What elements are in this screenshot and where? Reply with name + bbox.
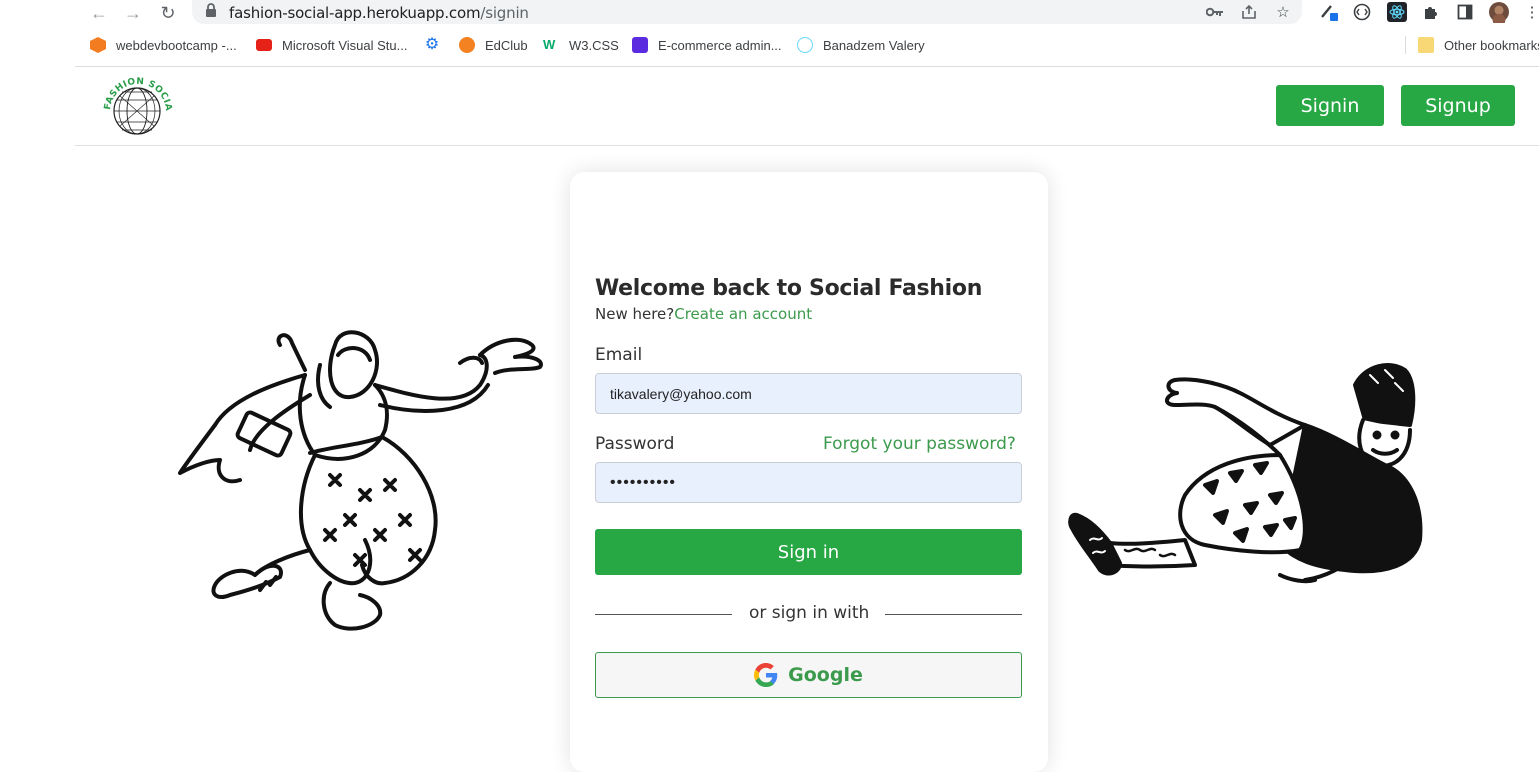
bookmark-webdevbootcamp[interactable]: webdevbootcamp -... <box>90 33 237 57</box>
new-here-text: New here?Create an account <box>595 305 812 323</box>
page-title: Welcome back to Social Fashion <box>595 276 983 301</box>
signin-submit-button[interactable]: Sign in <box>595 529 1022 575</box>
bookmark-ecommerce[interactable]: E-commerce admin... <box>632 33 782 57</box>
header-signup-button[interactable]: Signup <box>1401 85 1515 126</box>
divider-line-left <box>595 614 732 615</box>
url-host: fashion-social-app.herokuapp.com <box>229 4 481 22</box>
puzzle-icon[interactable] <box>1421 2 1441 22</box>
back-icon[interactable]: ← <box>88 2 110 24</box>
forgot-password-link[interactable]: Forgot your password? <box>823 434 1016 454</box>
divider-text: or sign in with <box>749 603 870 623</box>
url-text[interactable]: fashion-social-app.herokuapp.com/signin <box>229 4 529 22</box>
edclub-icon <box>459 37 475 53</box>
bookmark-label: Banadzem Valery <box>823 37 925 53</box>
profile-avatar[interactable] <box>1489 2 1509 23</box>
bookmark-settings[interactable]: ⚙ <box>424 33 450 57</box>
bookmark-banadzem[interactable]: Banadzem Valery <box>797 33 925 57</box>
reclining-person-illustration <box>1068 363 1423 584</box>
extension-circle-icon[interactable] <box>1352 2 1372 22</box>
bookmark-label: webdevbootcamp -... <box>116 37 237 53</box>
svg-text:FASHION SOCIAL: FASHION SOCIAL <box>100 74 173 112</box>
fashion-social-logo[interactable]: FASHION SOCIAL <box>97 67 174 140</box>
password-label: Password <box>595 434 675 454</box>
other-bookmarks[interactable]: Other bookmarks <box>1418 33 1539 57</box>
bookmark-label: W3.CSS <box>569 37 619 53</box>
bookmark-label: Microsoft Visual Stu... <box>282 37 408 53</box>
eyedropper-extension-icon[interactable] <box>1319 2 1339 22</box>
create-account-link[interactable]: Create an account <box>674 305 812 323</box>
header-signin-button[interactable]: Signin <box>1276 85 1384 126</box>
bookmark-edclub[interactable]: EdClub <box>459 33 528 57</box>
dancing-person-illustration <box>178 330 543 631</box>
side-panel-icon[interactable] <box>1455 2 1475 22</box>
upwork-icon <box>632 37 648 53</box>
bookmarks-separator <box>1405 33 1406 57</box>
password-field[interactable] <box>595 462 1022 503</box>
lock-icon[interactable] <box>205 3 217 21</box>
key-icon[interactable] <box>1205 2 1225 22</box>
bookmark-visual-studio[interactable]: Microsoft Visual Stu... <box>256 33 407 57</box>
menu-dots-icon[interactable]: ⋮ <box>1522 2 1539 22</box>
google-signin-button[interactable]: Google <box>595 652 1022 698</box>
google-button-label: Google <box>788 664 863 686</box>
bookmarks-bar: webdevbootcamp -... Microsoft Visual Stu… <box>0 33 1539 59</box>
browser-toolbar: ← → ↻ fashion-social-app.herokuapp.com/s… <box>0 0 1539 28</box>
share-icon[interactable] <box>1239 2 1259 22</box>
forward-icon[interactable]: → <box>122 2 144 24</box>
google-icon <box>754 663 778 687</box>
folder-icon <box>1418 37 1434 53</box>
cube-icon <box>90 37 106 53</box>
react-devtools-icon[interactable] <box>1387 2 1407 22</box>
url-path: /signin <box>480 4 529 22</box>
bookmark-w3css[interactable]: W W3.CSS <box>543 33 619 57</box>
youtube-icon <box>256 39 272 51</box>
bookmark-label: EdClub <box>485 37 528 53</box>
email-label: Email <box>595 345 643 365</box>
bookmark-label: E-commerce admin... <box>658 37 782 53</box>
email-field[interactable] <box>595 373 1022 414</box>
header-divider <box>75 145 1539 146</box>
divider-line-right <box>885 614 1022 615</box>
react-icon <box>797 37 813 53</box>
w3-icon: W <box>543 37 556 52</box>
reload-icon[interactable]: ↻ <box>157 2 179 24</box>
star-icon[interactable]: ☆ <box>1273 2 1293 22</box>
new-here-label: New here? <box>595 305 675 323</box>
gear-icon: ⚙ <box>424 36 440 53</box>
other-bookmarks-label: Other bookmarks <box>1444 37 1539 53</box>
